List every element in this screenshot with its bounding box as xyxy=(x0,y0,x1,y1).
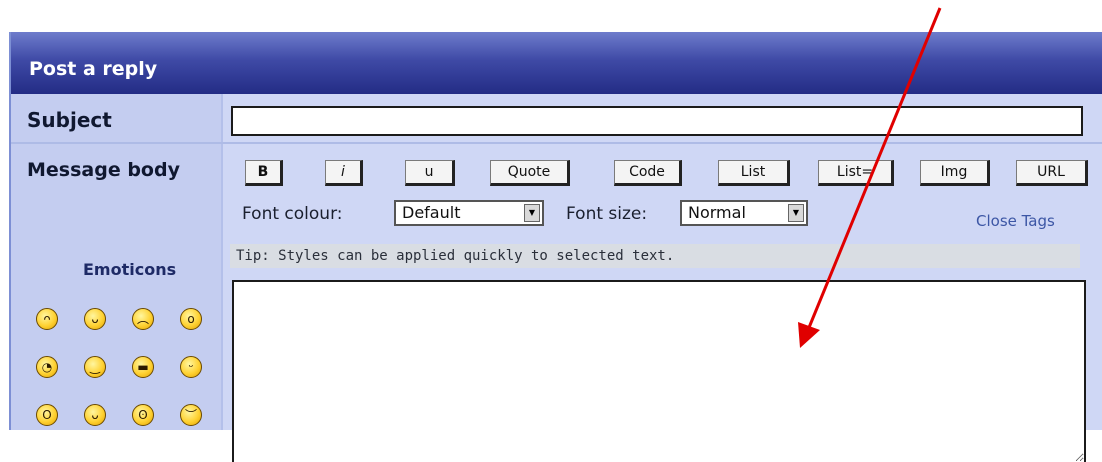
annotation-arrow-line xyxy=(806,7,942,331)
annotation-arrow xyxy=(798,7,942,348)
